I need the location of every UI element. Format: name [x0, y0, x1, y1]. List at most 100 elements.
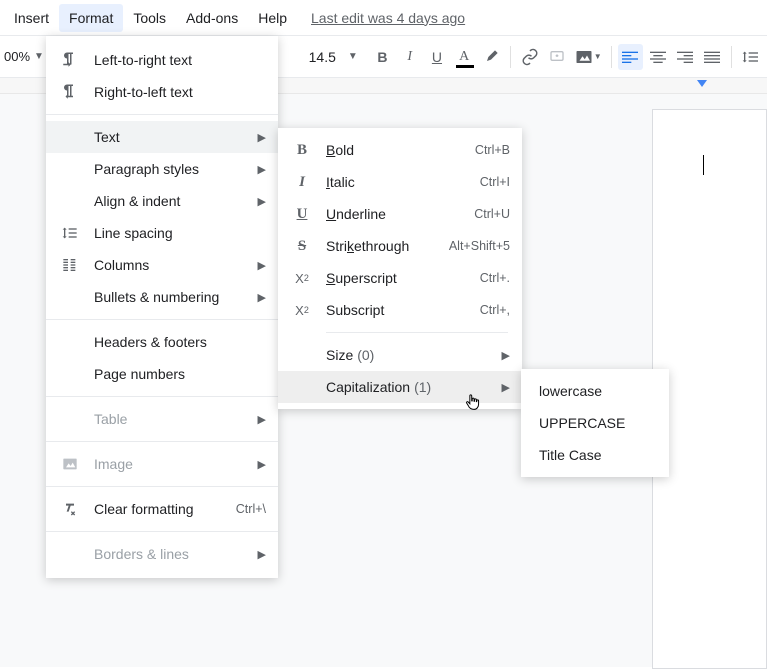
superscript-icon: X2	[292, 268, 312, 288]
divider	[46, 114, 278, 115]
chevron-down-icon: ▼	[34, 51, 44, 62]
menu-item-headers-footers[interactable]: Headers & footers	[46, 326, 278, 358]
menu-item-underline[interactable]: U Underline Ctrl+U	[278, 198, 522, 230]
submenu-arrow-icon: ▶	[502, 381, 510, 394]
capitalization-submenu: lowercase UPPERCASE Title Case	[521, 369, 669, 477]
image-icon	[60, 454, 80, 474]
underline-button[interactable]: U	[424, 44, 449, 70]
menu-item-line-spacing[interactable]: Line spacing	[46, 217, 278, 249]
highlight-button[interactable]	[479, 44, 504, 70]
clear-formatting-icon	[60, 499, 80, 519]
menu-item-page-numbers[interactable]: Page numbers	[46, 358, 278, 390]
fontsize-dropdown[interactable]: 14.5 ▼	[309, 49, 358, 65]
line-spacing-button[interactable]	[738, 44, 763, 70]
separator	[510, 46, 511, 68]
comment-button[interactable]	[544, 44, 569, 70]
italic-button[interactable]: I	[397, 44, 422, 70]
menu-item-label: Right-to-left text	[94, 84, 266, 100]
text-color-button[interactable]: A	[452, 44, 477, 70]
shortcut-label: Ctrl+U	[474, 207, 510, 221]
menu-item-label: UPPERCASE	[539, 415, 651, 431]
format-menu: Left-to-right text Right-to-left text Te…	[46, 36, 278, 578]
menu-item-label: Page numbers	[94, 366, 266, 382]
subscript-icon: X2	[292, 300, 312, 320]
chevron-down-icon: ▼	[348, 51, 358, 62]
menu-tools[interactable]: Tools	[123, 4, 176, 32]
menu-item-label: Size(0)	[326, 347, 502, 363]
text-cursor	[703, 155, 704, 175]
menu-item-superscript[interactable]: X2 Superscript Ctrl+.	[278, 262, 522, 294]
page[interactable]	[652, 109, 767, 669]
menu-item-columns[interactable]: Columns ▶	[46, 249, 278, 281]
divider	[46, 396, 278, 397]
menu-item-label: Underline	[326, 206, 474, 222]
divider	[326, 332, 508, 333]
insert-image-button[interactable]: ▼	[572, 44, 605, 70]
strikethrough-icon: S	[292, 236, 312, 256]
menu-item-paragraph-styles[interactable]: Paragraph styles ▶	[46, 153, 278, 185]
menu-item-label: Bullets & numbering	[94, 289, 258, 305]
menu-item-bullets-numbering[interactable]: Bullets & numbering ▶	[46, 281, 278, 313]
menu-addons[interactable]: Add-ons	[176, 4, 248, 32]
menu-item-capitalization[interactable]: Capitalization(1) ▶	[278, 371, 522, 403]
submenu-arrow-icon: ▶	[258, 131, 266, 144]
shortcut-label: Ctrl+,	[480, 303, 510, 317]
align-left-button[interactable]	[618, 44, 643, 70]
insert-link-button[interactable]	[517, 44, 542, 70]
shortcut-label: Ctrl+B	[475, 143, 510, 157]
menu-item-size[interactable]: Size(0) ▶	[278, 339, 522, 371]
menu-item-label: Capitalization(1)	[326, 379, 502, 395]
menubar: Insert Format Tools Add-ons Help Last ed…	[0, 0, 767, 36]
submenu-arrow-icon: ▶	[502, 349, 510, 362]
menu-insert[interactable]: Insert	[4, 4, 59, 32]
menu-item-clear-formatting[interactable]: Clear formatting Ctrl+\	[46, 493, 278, 525]
menu-item-titlecase[interactable]: Title Case	[521, 439, 669, 471]
menu-item-align-indent[interactable]: Align & indent ▶	[46, 185, 278, 217]
menu-item-text[interactable]: Text ▶	[46, 121, 278, 153]
divider	[46, 531, 278, 532]
align-right-button[interactable]	[672, 44, 697, 70]
menu-item-ltr[interactable]: Left-to-right text	[46, 44, 278, 76]
last-edit-link[interactable]: Last edit was 4 days ago	[311, 10, 465, 26]
indent-marker-icon[interactable]	[697, 80, 707, 87]
menu-item-italic[interactable]: I Italic Ctrl+I	[278, 166, 522, 198]
submenu-arrow-icon: ▶	[258, 548, 266, 561]
menu-item-label: Strikethrough	[326, 238, 449, 254]
menu-item-label: Title Case	[539, 447, 651, 463]
divider	[46, 486, 278, 487]
menu-item-strikethrough[interactable]: S Strikethrough Alt+Shift+5	[278, 230, 522, 262]
underline-icon: U	[292, 204, 312, 224]
submenu-arrow-icon: ▶	[258, 413, 266, 426]
menu-item-label: Clear formatting	[94, 501, 236, 517]
shortcut-label: Ctrl+I	[480, 175, 510, 189]
shortcut-label: Ctrl+\	[236, 502, 266, 516]
menu-item-lowercase[interactable]: lowercase	[521, 375, 669, 407]
align-justify-button[interactable]	[699, 44, 724, 70]
shortcut-label: Alt+Shift+5	[449, 239, 510, 253]
submenu-arrow-icon: ▶	[258, 195, 266, 208]
menu-help[interactable]: Help	[248, 4, 297, 32]
menu-format[interactable]: Format	[59, 4, 123, 32]
zoom-value: 00%	[4, 49, 30, 64]
menu-item-image[interactable]: Image ▶	[46, 448, 278, 480]
menu-item-label: Italic	[326, 174, 480, 190]
text-submenu: B Bold Ctrl+B I Italic Ctrl+I U Underlin…	[278, 128, 522, 409]
menu-item-subscript[interactable]: X2 Subscript Ctrl+,	[278, 294, 522, 326]
zoom-dropdown[interactable]: 00% ▼	[4, 49, 44, 64]
menu-item-borders-lines[interactable]: Borders & lines ▶	[46, 538, 278, 570]
divider	[46, 441, 278, 442]
submenu-arrow-icon: ▶	[258, 259, 266, 272]
menu-item-label: Left-to-right text	[94, 52, 266, 68]
menu-item-label: Columns	[94, 257, 258, 273]
separator	[731, 46, 732, 68]
shortcut-label: Ctrl+.	[480, 271, 510, 285]
menu-item-bold[interactable]: B Bold Ctrl+B	[278, 134, 522, 166]
menu-item-rtl[interactable]: Right-to-left text	[46, 76, 278, 108]
menu-item-table[interactable]: Table ▶	[46, 403, 278, 435]
rtl-icon	[60, 82, 80, 102]
bold-button[interactable]: B	[370, 44, 395, 70]
menu-item-label: Borders & lines	[94, 546, 258, 562]
menu-item-uppercase[interactable]: UPPERCASE	[521, 407, 669, 439]
align-center-button[interactable]	[645, 44, 670, 70]
menu-item-label: Bold	[326, 142, 475, 158]
